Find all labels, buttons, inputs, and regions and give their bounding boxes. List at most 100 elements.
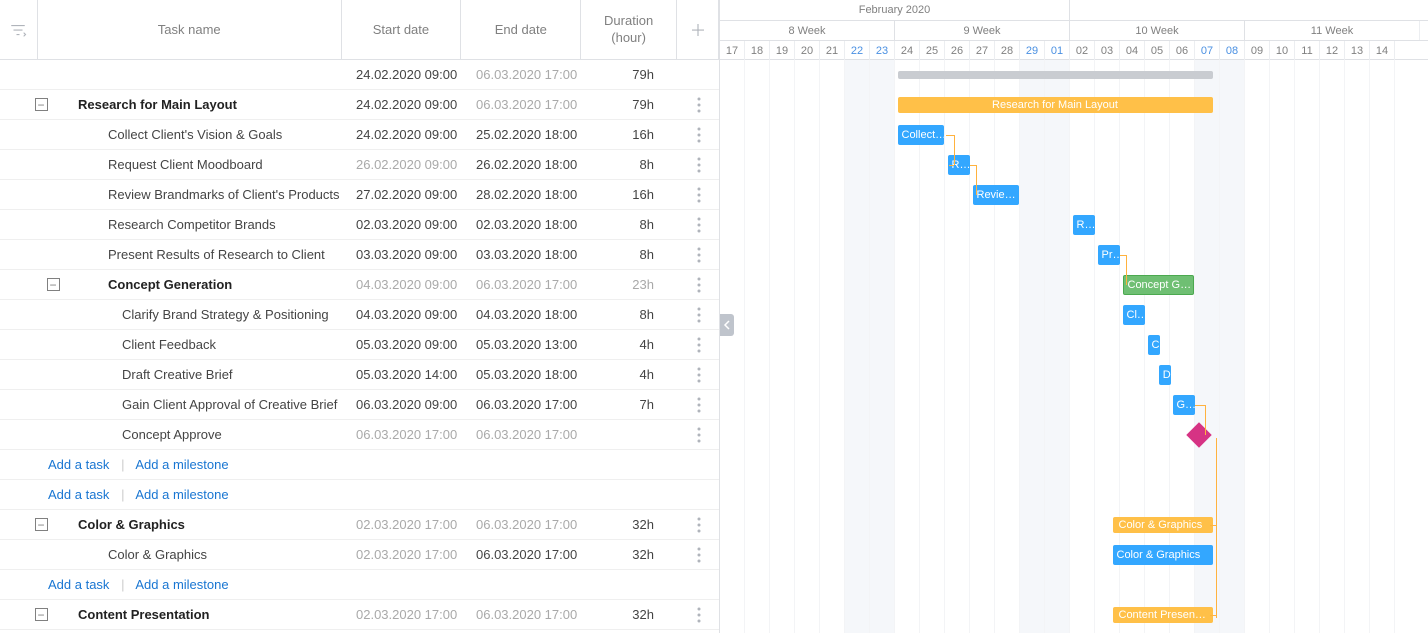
row-menu-button[interactable] — [678, 97, 719, 113]
table-row[interactable]: Clarify Brand Strategy & Positioning 04.… — [0, 300, 719, 330]
timeline-body[interactable]: Research for Main LayoutCollect…R…Revie…… — [720, 60, 1428, 633]
table-row[interactable]: Draft Creative Brief 05.03.2020 14:00 05… — [0, 360, 719, 390]
cell-task-name[interactable]: Draft Creative Brief — [38, 367, 342, 382]
table-row[interactable]: Research Competitor Brands 02.03.2020 09… — [0, 210, 719, 240]
gantt-milestone[interactable] — [1186, 422, 1211, 447]
cell-start-date[interactable]: 24.02.2020 09:00 — [342, 97, 462, 112]
cell-start-date[interactable]: 02.03.2020 17:00 — [342, 517, 462, 532]
row-menu-button[interactable] — [678, 547, 719, 563]
add-task-link[interactable]: Add a task — [48, 487, 109, 502]
cell-end-date[interactable]: 06.03.2020 17:00 — [462, 607, 582, 622]
cell-duration[interactable]: 32h — [582, 517, 678, 532]
cell-start-date[interactable]: 05.03.2020 09:00 — [342, 337, 462, 352]
cell-end-date[interactable]: 06.03.2020 17:00 — [462, 97, 582, 112]
cell-end-date[interactable]: 25.02.2020 18:00 — [462, 127, 582, 142]
cell-start-date[interactable]: 02.03.2020 09:00 — [342, 217, 462, 232]
collapse-toggle[interactable]: − — [35, 518, 48, 531]
cell-duration[interactable]: 16h — [582, 127, 678, 142]
cell-start-date[interactable]: 04.03.2020 09:00 — [342, 307, 462, 322]
cell-task-name[interactable]: Review Brandmarks of Client's Products — [38, 187, 342, 202]
cell-task-name[interactable]: Research for Main Layout — [38, 97, 342, 112]
table-row[interactable]: Concept Approve 06.03.2020 17:00 06.03.2… — [0, 420, 719, 450]
add-milestone-link[interactable]: Add a milestone — [135, 487, 228, 502]
cell-task-name[interactable]: Present Results of Research to Client — [38, 247, 342, 262]
cell-duration[interactable]: 8h — [582, 247, 678, 262]
cell-duration[interactable]: 32h — [582, 607, 678, 622]
cell-end-date[interactable]: 04.03.2020 18:00 — [462, 307, 582, 322]
gantt-bar[interactable]: Collect… — [898, 125, 944, 145]
table-row[interactable]: Color & Graphics 02.03.2020 17:00 06.03.… — [0, 540, 719, 570]
cell-task-name[interactable]: Content Presentation — [38, 607, 342, 622]
table-row[interactable]: − Concept Generation 04.03.2020 09:00 06… — [0, 270, 719, 300]
cell-end-date[interactable]: 06.03.2020 17:00 — [462, 547, 582, 562]
cell-task-name[interactable]: Concept Generation — [38, 277, 342, 292]
row-menu-button[interactable] — [678, 217, 719, 233]
table-row[interactable]: Present Results of Research to Client 03… — [0, 240, 719, 270]
cell-task-name[interactable]: Collect Client's Vision & Goals — [38, 127, 342, 142]
cell-task-name[interactable]: Color & Graphics — [38, 517, 342, 532]
cell-start-date[interactable]: 24.02.2020 09:00 — [342, 67, 462, 82]
cell-start-date[interactable]: 27.02.2020 09:00 — [342, 187, 462, 202]
cell-task-name[interactable]: Research Competitor Brands — [38, 217, 342, 232]
add-milestone-link[interactable]: Add a milestone — [135, 457, 228, 472]
cell-task-name[interactable]: Client Feedback — [38, 337, 342, 352]
column-header-end-date[interactable]: End date — [461, 0, 581, 59]
table-row[interactable]: Request Client Moodboard 26.02.2020 09:0… — [0, 150, 719, 180]
cell-start-date[interactable]: 02.03.2020 17:00 — [342, 607, 462, 622]
cell-start-date[interactable]: 02.03.2020 17:00 — [342, 547, 462, 562]
cell-start-date[interactable]: 05.03.2020 14:00 — [342, 367, 462, 382]
cell-end-date[interactable]: 28.02.2020 18:00 — [462, 187, 582, 202]
row-menu-button[interactable] — [678, 607, 719, 623]
table-row[interactable]: − Content Presentation 02.03.2020 17:00 … — [0, 600, 719, 630]
cell-task-name[interactable]: Clarify Brand Strategy & Positioning — [38, 307, 342, 322]
cell-end-date[interactable]: 06.03.2020 17:00 — [462, 277, 582, 292]
collapse-toggle[interactable]: − — [47, 278, 60, 291]
cell-start-date[interactable]: 04.03.2020 09:00 — [342, 277, 462, 292]
add-column-button[interactable] — [677, 0, 719, 59]
add-task-link[interactable]: Add a task — [48, 457, 109, 472]
cell-end-date[interactable]: 06.03.2020 17:00 — [462, 427, 582, 442]
table-row[interactable]: Review Brandmarks of Client's Products 2… — [0, 180, 719, 210]
cell-end-date[interactable]: 05.03.2020 13:00 — [462, 337, 582, 352]
gantt-bar[interactable]: Color & Graphics — [1113, 545, 1213, 565]
cell-duration[interactable]: 8h — [582, 157, 678, 172]
collapse-toggle[interactable]: − — [35, 98, 48, 111]
row-menu-button[interactable] — [678, 427, 719, 443]
cell-end-date[interactable]: 05.03.2020 18:00 — [462, 367, 582, 382]
gantt-bar[interactable]: R… — [948, 155, 970, 175]
gantt-bar[interactable]: D — [1159, 365, 1172, 385]
gantt-root-bar[interactable] — [898, 71, 1213, 79]
cell-duration[interactable]: 8h — [582, 217, 678, 232]
cell-duration[interactable]: 4h — [582, 367, 678, 382]
cell-end-date[interactable]: 06.03.2020 17:00 — [462, 517, 582, 532]
cell-duration[interactable]: 8h — [582, 307, 678, 322]
column-header-task-name[interactable]: Task name — [38, 0, 342, 59]
row-menu-button[interactable] — [678, 127, 719, 143]
table-row[interactable]: Collect Client's Vision & Goals 24.02.20… — [0, 120, 719, 150]
filter-button[interactable] — [0, 0, 38, 59]
cell-task-name[interactable]: Color & Graphics — [38, 547, 342, 562]
row-menu-button[interactable] — [678, 187, 719, 203]
gantt-bar[interactable]: Cl… — [1123, 305, 1145, 325]
cell-end-date[interactable]: 06.03.2020 17:00 — [462, 67, 582, 82]
row-menu-button[interactable] — [678, 397, 719, 413]
cell-task-name[interactable]: Request Client Moodboard — [38, 157, 342, 172]
cell-start-date[interactable]: 26.02.2020 09:00 — [342, 157, 462, 172]
cell-end-date[interactable]: 26.02.2020 18:00 — [462, 157, 582, 172]
add-milestone-link[interactable]: Add a milestone — [135, 577, 228, 592]
gantt-bar[interactable]: Pr… — [1098, 245, 1120, 265]
cell-duration[interactable]: 23h — [582, 277, 678, 292]
table-row[interactable]: − Color & Graphics 02.03.2020 17:00 06.0… — [0, 510, 719, 540]
cell-duration[interactable]: 7h — [582, 397, 678, 412]
cell-task-name[interactable]: Concept Approve — [38, 427, 342, 442]
row-menu-button[interactable] — [678, 367, 719, 383]
column-header-start-date[interactable]: Start date — [342, 0, 462, 59]
cell-end-date[interactable]: 06.03.2020 17:00 — [462, 397, 582, 412]
gantt-bar[interactable]: C — [1148, 335, 1161, 355]
gantt-summary-bar[interactable]: Content Presen… — [1113, 607, 1213, 623]
column-header-duration[interactable]: Duration (hour) — [581, 0, 677, 59]
cell-start-date[interactable]: 03.03.2020 09:00 — [342, 247, 462, 262]
cell-start-date[interactable]: 06.03.2020 17:00 — [342, 427, 462, 442]
row-menu-button[interactable] — [678, 517, 719, 533]
row-menu-button[interactable] — [678, 277, 719, 293]
